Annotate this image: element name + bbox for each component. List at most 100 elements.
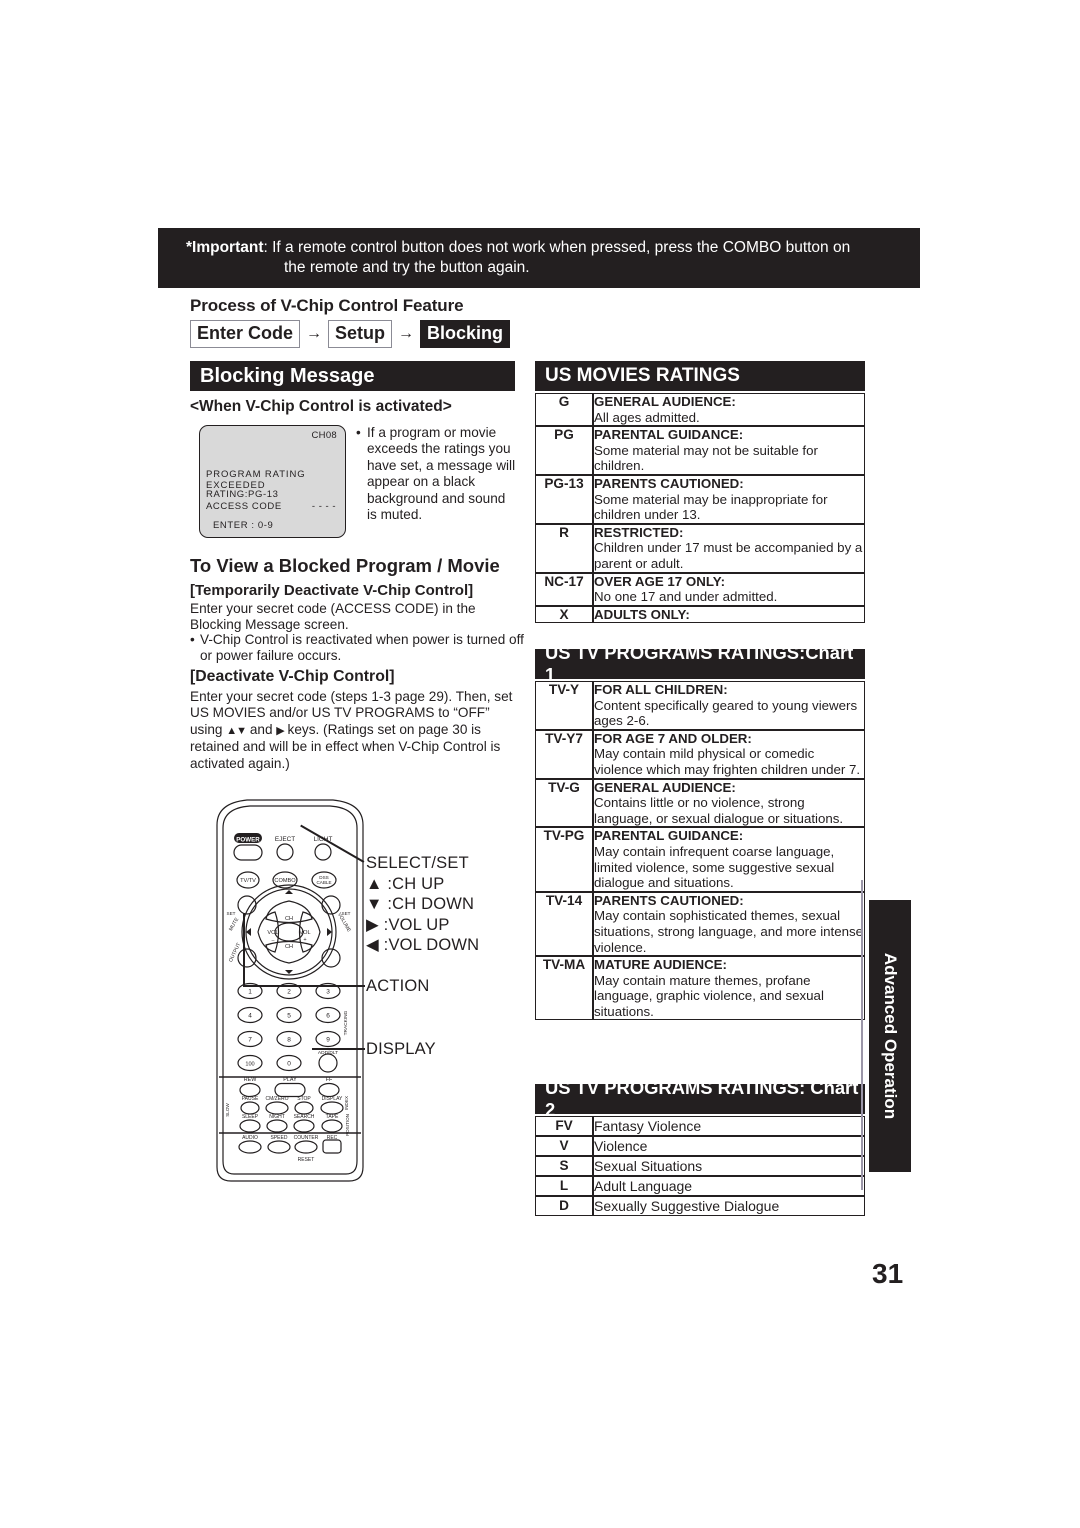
callout-ch-up: ▲ :CH UP [366, 874, 445, 893]
rating-desc: GENERAL AUDIENCE: All ages admitted. [593, 393, 865, 427]
rating-text: All ages admitted. [594, 409, 700, 425]
svg-text:CH: CH [285, 916, 293, 922]
svg-text:ADD/DLT: ADD/DLT [318, 1050, 338, 1056]
svg-text:MUTE: MUTE [228, 916, 241, 932]
temporarily-deactivate-note-text: V-Chip Control is reactivated when power… [200, 632, 524, 664]
table-row: TV-G GENERAL AUDIENCE: Contains little o… [535, 778, 865, 828]
svg-text:_: _ [271, 936, 275, 942]
temporarily-deactivate-title: [Temporarily Deactivate V-Chip Control] [190, 582, 474, 599]
rating-code: TV-PG [535, 827, 593, 892]
svg-text:COMBO: COMBO [274, 878, 296, 884]
rating-title: RESTRICTED: [594, 524, 684, 540]
content-desc: Fantasy Violence [593, 1116, 865, 1136]
page-number: 31 [872, 1258, 904, 1289]
content-code: D [535, 1196, 593, 1216]
rating-code: X [535, 605, 593, 624]
rating-text: May contain mild physical or comedic vio… [594, 746, 861, 777]
svg-text:9: 9 [326, 1037, 330, 1044]
svg-text:POWER: POWER [236, 837, 260, 844]
svg-text:EJECT: EJECT [275, 836, 295, 843]
table-row: TV-14 PARENTS CAUTIONED: May contain sop… [535, 891, 865, 957]
rating-title: GENERAL AUDIENCE: [594, 394, 736, 409]
svg-text:NIGHT: NIGHT [269, 1114, 285, 1120]
rating-code: TV-14 [535, 891, 593, 957]
svg-text:AUDIO: AUDIO [242, 1135, 258, 1141]
svg-text:SEARCH: SEARCH [294, 1114, 315, 1120]
svg-text:DISPLAY: DISPLAY [322, 1096, 343, 1102]
rating-title: PARENTAL GUIDANCE: [594, 427, 744, 443]
table-row: D Sexually Suggestive Dialogue [535, 1196, 865, 1216]
callout-ch-down: ▼ :CH DOWN [366, 895, 475, 913]
rating-code: PG-13 [535, 474, 593, 524]
temporarily-deactivate-note: • V-Chip Control is reactivated when pow… [190, 632, 525, 664]
deactivate-body: Enter your secret code (steps 1-3 page 2… [190, 689, 525, 772]
process-flow: Enter Code → Setup → Blocking [190, 320, 511, 348]
content-desc: Sexually Suggestive Dialogue [593, 1196, 865, 1216]
rating-text: May contain infrequent coarse language, … [594, 843, 835, 891]
svg-text:100: 100 [245, 1062, 254, 1068]
temporarily-deactivate-body: Enter your secret code (ACCESS CODE) in … [190, 601, 476, 633]
callout-vol-up: ▶ :VOL UP [366, 915, 450, 934]
content-desc: Sexual Situations [593, 1156, 865, 1176]
svg-text:VOL: VOL [299, 930, 310, 936]
svg-text:INDEX: INDEX [344, 1096, 349, 1110]
table-row: L Adult Language [535, 1176, 865, 1196]
us-tv-chart1-header: US TV PROGRAMS RATINGS:Chart 1 [535, 642, 865, 685]
content-desc: Violence [593, 1136, 865, 1156]
table-row: TV-Y FOR ALL CHILDREN: Content specifica… [535, 681, 865, 730]
table-row: TV-MA MATURE AUDIENCE: May contain matur… [535, 956, 865, 1021]
table-row: FV Fantasy Violence [535, 1116, 865, 1136]
svg-text:PLAY: PLAY [283, 1077, 297, 1083]
rating-code: R [535, 523, 593, 573]
content-code: FV [535, 1116, 593, 1136]
rating-desc: PARENTS CAUTIONED: May contain sophistic… [593, 891, 865, 957]
rating-desc: FOR ALL CHILDREN: Content specifically g… [593, 681, 865, 730]
table-row: S Sexual Situations [535, 1156, 865, 1176]
tv-access-code-label: ACCESS CODE [206, 501, 282, 512]
flow-step-enter-code: Enter Code [190, 320, 301, 348]
content-code: S [535, 1156, 593, 1176]
rating-title: PARENTAL GUIDANCE: [594, 828, 744, 844]
deactivate-title: [Deactivate V-Chip Control] [190, 668, 395, 685]
svg-text:SLOW: SLOW [225, 1103, 230, 1117]
rating-desc: OVER AGE 17 ONLY: No one 17 and under ad… [593, 572, 865, 606]
svg-text:4: 4 [248, 1013, 252, 1020]
rating-title: MATURE AUDIENCE: [594, 957, 727, 973]
page-edge-rule [861, 880, 863, 1190]
important-note-banner: *Important: If a remote control button d… [158, 228, 920, 288]
tv-access-code-value: - - - - [311, 501, 336, 512]
rating-code: TV-Y7 [535, 729, 593, 779]
us-tv-chart1-table: TV-Y FOR ALL CHILDREN: Content specifica… [535, 681, 865, 1021]
tv-enter-line: ENTER : 0-9 [213, 520, 274, 531]
callout-select-set: SELECT/SET ▲ :CH UP ▼ :CH DOWN ▶ :VOL UP… [366, 853, 479, 956]
table-row: R RESTRICTED: Children under 17 must be … [535, 523, 865, 573]
svg-text:7: 7 [248, 1037, 252, 1044]
table-row: X ADULTS ONLY: [535, 605, 865, 624]
rating-code: TV-G [535, 778, 593, 828]
rating-title: PARENTS CAUTIONED: [594, 475, 744, 491]
flow-step-setup: Setup [328, 320, 393, 348]
flow-arrow-1-icon: → [306, 325, 323, 342]
table-row: V Violence [535, 1136, 865, 1156]
content-code: V [535, 1136, 593, 1156]
svg-text:CH: CH [285, 944, 293, 950]
table-row: TV-PG PARENTAL GUIDANCE: May contain inf… [535, 827, 865, 892]
rating-desc: GENERAL AUDIENCE: Contains little or no … [593, 778, 865, 828]
tv-rating-line: RATING:PG-13 [206, 489, 279, 500]
svg-text:PAUSE: PAUSE [242, 1096, 259, 1102]
rating-code: TV-MA [535, 956, 593, 1021]
rating-desc: PARENTAL GUIDANCE: May contain infrequen… [593, 827, 865, 892]
us-tv-chart2-table: FV Fantasy Violence V Violence S Sexual … [535, 1116, 865, 1216]
content-code: L [535, 1176, 593, 1196]
svg-text:TV/TV: TV/TV [240, 878, 256, 884]
right-arrow-icon: ▶ [276, 724, 285, 737]
section-tab-advanced-operation: Advanced Operation [869, 900, 911, 1172]
us-tv-chart2-header: US TV PROGRAMS RATINGS: Chart 2 [535, 1077, 865, 1120]
table-row: PG PARENTAL GUIDANCE: Some material may … [535, 426, 865, 475]
callout-display: DISPLAY [366, 1040, 436, 1058]
svg-text:SET: SET [342, 911, 351, 916]
leader-line-display [312, 1048, 365, 1050]
section-tab-label: Advanced Operation [881, 952, 900, 1120]
svg-text:8: 8 [287, 1037, 291, 1044]
svg-text:2: 2 [287, 989, 291, 996]
